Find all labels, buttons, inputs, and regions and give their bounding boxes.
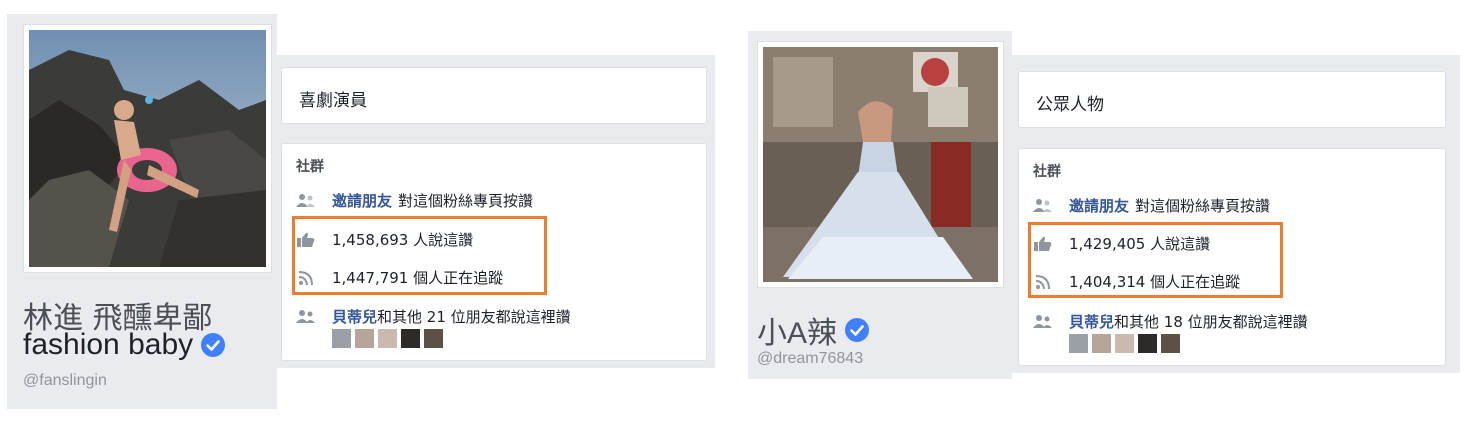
page-handle-right[interactable]: @dream76843 bbox=[757, 350, 863, 368]
page-category-left[interactable]: 喜劇演員 bbox=[299, 86, 367, 111]
invite-text-right: 對這個粉絲專頁按讚 bbox=[1135, 197, 1271, 215]
page-handle-left[interactable]: @fanslingin bbox=[23, 372, 107, 390]
page-name-en-text-left: fashion baby bbox=[23, 328, 194, 361]
invite-friends-link-right[interactable]: 邀請朋友 bbox=[1069, 195, 1129, 216]
people-icon bbox=[296, 193, 316, 209]
invite-friends-link-left[interactable]: 邀請朋友 bbox=[332, 190, 392, 211]
profile-photo-left[interactable] bbox=[29, 30, 266, 267]
friend-avatar[interactable] bbox=[401, 329, 420, 348]
friend-avatar[interactable] bbox=[1069, 334, 1088, 353]
category-card-right: 公眾人物 bbox=[1018, 71, 1446, 128]
invite-row-right: 邀請朋友 對這個粉絲專頁按讚 bbox=[1033, 195, 1270, 216]
friend-avatars-left bbox=[332, 329, 443, 348]
friend-avatar[interactable] bbox=[1138, 334, 1157, 353]
category-card-left: 喜劇演員 bbox=[281, 67, 707, 124]
people-icon bbox=[1033, 198, 1053, 214]
people-icon bbox=[296, 309, 316, 325]
page-category-right[interactable]: 公眾人物 bbox=[1036, 90, 1104, 115]
friends-text-right: 和其他 18 位朋友都說這裡讚 bbox=[1114, 313, 1308, 331]
community-title-left: 社群 bbox=[296, 159, 324, 175]
friend-avatar[interactable] bbox=[1092, 334, 1111, 353]
friend-avatar[interactable] bbox=[332, 329, 351, 348]
friend-avatar[interactable] bbox=[355, 329, 374, 348]
friend-name-link-right[interactable]: 貝蒂兒 bbox=[1069, 311, 1114, 332]
friend-avatars-right bbox=[1069, 334, 1180, 353]
highlight-box-left bbox=[292, 216, 547, 295]
profile-photo-frame-right bbox=[757, 41, 1004, 288]
friends-row-right: 貝蒂兒 和其他 18 位朋友都說這裡讚 bbox=[1033, 311, 1308, 332]
friend-avatar[interactable] bbox=[1161, 334, 1180, 353]
friend-avatar[interactable] bbox=[378, 329, 397, 348]
profile-photo-right[interactable] bbox=[763, 47, 998, 282]
invite-text-left: 對這個粉絲專頁按讚 bbox=[398, 192, 534, 210]
friend-avatar[interactable] bbox=[424, 329, 443, 348]
page-name-right: 小A辣 bbox=[757, 308, 870, 352]
page-name-en-left: fashion baby bbox=[23, 328, 226, 362]
friend-avatar[interactable] bbox=[1115, 334, 1134, 353]
highlight-box-right bbox=[1028, 222, 1283, 298]
verified-badge-icon bbox=[201, 333, 226, 357]
profile-photo-frame-left bbox=[23, 24, 272, 273]
community-title-right: 社群 bbox=[1033, 164, 1061, 180]
invite-row-left: 邀請朋友 對這個粉絲專頁按讚 bbox=[296, 190, 533, 211]
friends-text-left: 和其他 21 位朋友都說這裡讚 bbox=[377, 308, 571, 326]
friends-row-left: 貝蒂兒 和其他 21 位朋友都說這裡讚 bbox=[296, 306, 571, 327]
people-icon bbox=[1033, 314, 1053, 330]
friend-name-link-left[interactable]: 貝蒂兒 bbox=[332, 306, 377, 327]
verified-badge-icon bbox=[845, 318, 870, 342]
page-name-zh-right: 小A辣 bbox=[757, 317, 838, 350]
